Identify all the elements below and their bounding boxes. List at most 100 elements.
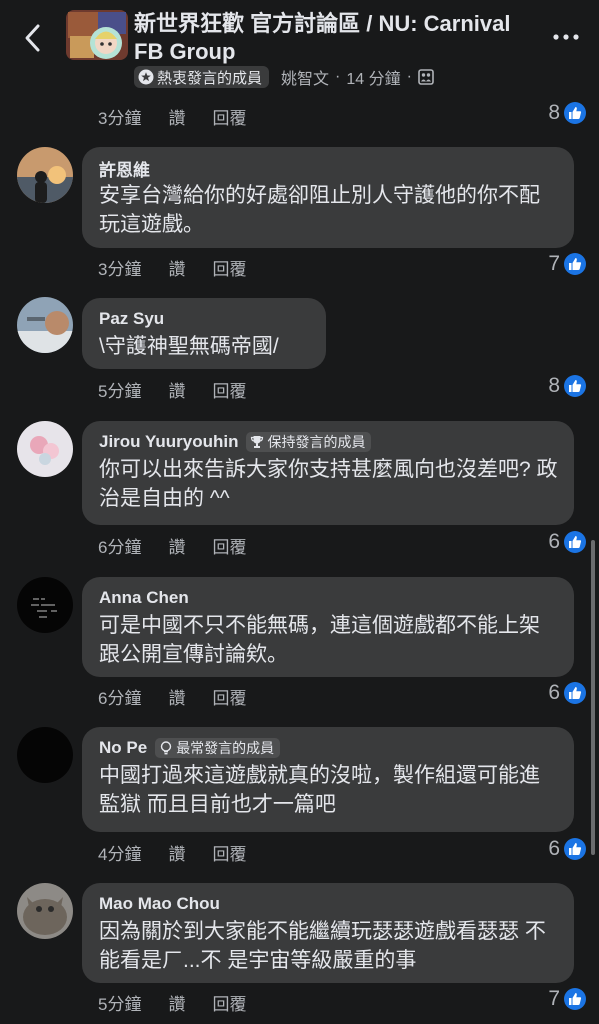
- comment-item: Jirou Yuuryouhin 保持發言的成員 你可以出來告訴大家你支持甚麼風…: [0, 421, 599, 561]
- member-badge-label: 最常發言的成員: [176, 740, 275, 756]
- comment-time[interactable]: 3分鐘: [98, 104, 141, 129]
- member-badge-label: 熱衷發言的成員: [157, 69, 263, 87]
- comment-actions: 3分鐘 讚 回覆: [98, 104, 273, 129]
- like-button[interactable]: 讚: [168, 255, 185, 280]
- separator-dot: ·: [335, 68, 341, 85]
- commenter-name-text[interactable]: No Pe: [99, 738, 147, 758]
- post-header: 新世界狂歡 官方討論區 / NU: Carnival FB Group 熱衷發言…: [0, 0, 599, 96]
- like-button[interactable]: 讚: [168, 104, 185, 129]
- commenter-name[interactable]: No Pe 最常發言的成員: [99, 737, 560, 759]
- reaction-count[interactable]: 7: [548, 987, 586, 1011]
- reaction-number: 8: [548, 101, 560, 124]
- comment-time[interactable]: 3分鐘: [98, 255, 141, 280]
- comment-actions: 5分鐘 讚 回覆: [98, 990, 273, 1015]
- comment-bubble[interactable]: Mao Mao Chou 因為關於到大家能不能繼續玩瑟瑟遊戲看瑟瑟 不能看是ㄏ.…: [82, 883, 574, 983]
- reply-button[interactable]: 回覆: [212, 377, 246, 402]
- reply-button[interactable]: 回覆: [212, 255, 246, 280]
- reply-button[interactable]: 回覆: [212, 684, 246, 709]
- commenter-name[interactable]: Mao Mao Chou: [99, 893, 560, 915]
- member-badge: 保持發言的成員: [246, 432, 372, 452]
- member-badge: 最常發言的成員: [155, 738, 281, 758]
- reaction-number: 6: [548, 837, 560, 860]
- like-button[interactable]: 讚: [168, 990, 185, 1015]
- comment-item: Mao Mao Chou 因為關於到大家能不能繼續玩瑟瑟遊戲看瑟瑟 不能看是ㄏ.…: [0, 883, 599, 1024]
- reaction-number: 7: [548, 252, 560, 275]
- thumbs-up-icon: [564, 102, 586, 124]
- reaction-number: 7: [548, 987, 560, 1010]
- avatar[interactable]: [17, 297, 73, 353]
- reaction-number: 6: [548, 530, 560, 553]
- comment-text: 可是中國不只不能無碼，連這個遊戲都不能上架跟公開宣傳討論欸。: [99, 614, 540, 666]
- lightbulb-icon: [160, 741, 172, 755]
- more-options-icon[interactable]: [551, 29, 581, 45]
- comment-time[interactable]: 5分鐘: [98, 990, 141, 1015]
- comment-item: Anna Chen 可是中國不只不能無碼，連這個遊戲都不能上架跟公開宣傳討論欸。…: [0, 577, 599, 712]
- commenter-name[interactable]: Jirou Yuuryouhin 保持發言的成員: [99, 431, 560, 453]
- reaction-count[interactable]: 6: [548, 837, 586, 861]
- comment-bubble[interactable]: Paz Syu \守護神聖無碼帝國/: [82, 298, 326, 369]
- comment-text: 你可以出來告訴大家你支持甚麼風向也沒差吧? 政治是自由的 ^^: [99, 458, 558, 510]
- like-button[interactable]: 讚: [168, 533, 185, 558]
- comment-item: Paz Syu \守護神聖無碼帝國/ 5分鐘 讚 回覆 8: [0, 297, 599, 402]
- reaction-count[interactable]: 6: [548, 530, 586, 554]
- reaction-number: 6: [548, 681, 560, 704]
- star-badge-icon: [138, 69, 154, 85]
- avatar[interactable]: [17, 727, 73, 783]
- thumbs-up-icon: [564, 838, 586, 860]
- comment-text: 安享台灣給你的好處卻阻止別人守護他的你不配玩這遊戲。: [99, 184, 540, 236]
- reaction-count[interactable]: 6: [548, 681, 586, 705]
- commenter-name[interactable]: 許恩維: [99, 157, 560, 180]
- thumbs-up-icon: [564, 531, 586, 553]
- comment-item: No Pe 最常發言的成員 中國打過來這遊戲就真的沒啦，製作組還可能進監獄 而且…: [0, 727, 599, 867]
- commenter-name[interactable]: Anna Chen: [99, 587, 560, 609]
- trophy-icon: [251, 436, 264, 448]
- reaction-number: 8: [548, 374, 560, 397]
- group-title[interactable]: 新世界狂歡 官方討論區 / NU: Carnival FB Group: [134, 10, 544, 66]
- commenter-name[interactable]: Paz Syu: [99, 308, 312, 330]
- reply-button[interactable]: 回覆: [212, 533, 246, 558]
- comment-bubble[interactable]: No Pe 最常發言的成員 中國打過來這遊戲就真的沒啦，製作組還可能進監獄 而且…: [82, 727, 574, 832]
- comment-bubble[interactable]: Jirou Yuuryouhin 保持發言的成員 你可以出來告訴大家你支持甚麼風…: [82, 421, 574, 525]
- comment-text: 中國打過來這遊戲就真的沒啦，製作組還可能進監獄 而且目前也才一篇吧: [99, 764, 540, 816]
- comment-item: 許恩維 安享台灣給你的好處卻阻止別人守護他的你不配玩這遊戲。 3分鐘 讚 回覆 …: [0, 147, 599, 280]
- reply-button[interactable]: 回覆: [212, 104, 246, 129]
- comment-time[interactable]: 6分鐘: [98, 684, 141, 709]
- comment-text: \守護神聖無碼帝國/: [99, 335, 279, 358]
- comment-actions: 6分鐘 讚 回覆: [98, 533, 273, 558]
- post-time[interactable]: 14 分鐘: [346, 65, 400, 89]
- reaction-count[interactable]: 8: [548, 101, 586, 125]
- like-button[interactable]: 讚: [168, 840, 185, 865]
- post-author[interactable]: 姚智文: [281, 65, 329, 89]
- back-arrow-icon[interactable]: [18, 18, 48, 58]
- reply-button[interactable]: 回覆: [212, 840, 246, 865]
- comment-time[interactable]: 4分鐘: [98, 840, 141, 865]
- like-button[interactable]: 讚: [168, 377, 185, 402]
- scrollbar[interactable]: [591, 540, 595, 855]
- avatar[interactable]: [17, 883, 73, 939]
- thumbs-up-icon: [564, 682, 586, 704]
- commenter-name-text[interactable]: Jirou Yuuryouhin: [99, 432, 238, 452]
- avatar[interactable]: [17, 421, 73, 477]
- comment-bubble[interactable]: Anna Chen 可是中國不只不能無碼，連這個遊戲都不能上架跟公開宣傳討論欸。: [82, 577, 574, 677]
- comment-actions: 4分鐘 讚 回覆: [98, 840, 273, 865]
- comment-actions: 3分鐘 讚 回覆: [98, 255, 273, 280]
- group-audience-icon: [418, 69, 434, 85]
- thumbs-up-icon: [564, 375, 586, 397]
- like-button[interactable]: 讚: [168, 684, 185, 709]
- comment-time[interactable]: 5分鐘: [98, 377, 141, 402]
- separator-dot: ·: [406, 68, 412, 85]
- reply-button[interactable]: 回覆: [212, 990, 246, 1015]
- post-meta-row: 熱衷發言的成員 姚智文 · 14 分鐘 ·: [134, 65, 434, 89]
- avatar[interactable]: [17, 577, 73, 633]
- group-avatar[interactable]: [66, 10, 128, 60]
- comment-bubble[interactable]: 許恩維 安享台灣給你的好處卻阻止別人守護他的你不配玩這遊戲。: [82, 147, 574, 248]
- reaction-count[interactable]: 8: [548, 374, 586, 398]
- comment-time[interactable]: 6分鐘: [98, 533, 141, 558]
- member-badge-label: 保持發言的成員: [267, 434, 366, 450]
- avatar[interactable]: [17, 147, 73, 203]
- comment-actions: 5分鐘 讚 回覆: [98, 377, 273, 402]
- reaction-count[interactable]: 7: [548, 252, 586, 276]
- thumbs-up-icon: [564, 988, 586, 1010]
- comment-actions: 6分鐘 讚 回覆: [98, 684, 273, 709]
- comment-text: 因為關於到大家能不能繼續玩瑟瑟遊戲看瑟瑟 不能看是ㄏ...不 是宇宙等級嚴重的事: [99, 920, 546, 972]
